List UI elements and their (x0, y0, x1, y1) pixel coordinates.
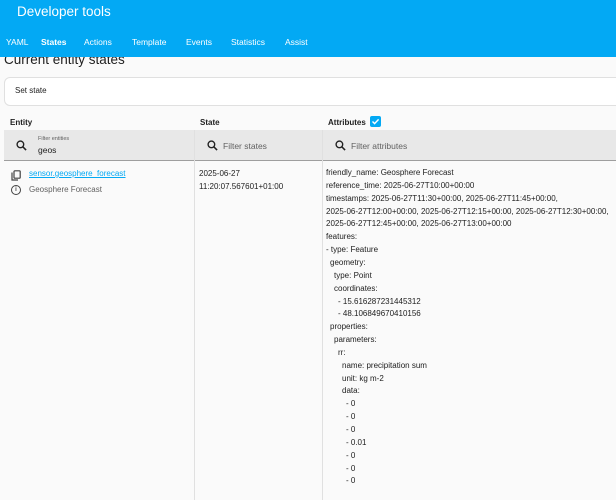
attribute-line: geometry: (330, 257, 366, 267)
entity-state: 2025-06-27 11:20:07.567601+01:00 (199, 169, 284, 191)
tab-events[interactable]: Events (186, 33, 231, 51)
attribute-line: type: Point (334, 270, 372, 280)
entity-filter-field[interactable]: Filter entities geos (4, 130, 194, 161)
attribute-line: 2025-06-27T12:45+00:00, 2025-06-27T13:00… (326, 219, 512, 229)
tab-yaml[interactable]: YAML (6, 33, 41, 51)
attribute-line: coordinates: (334, 283, 378, 293)
tab-states[interactable]: States (41, 33, 84, 51)
attribute-line: reference_time: 2025-06-27T10:00+00:00 (326, 180, 475, 190)
info-icon[interactable]: i (11, 185, 21, 195)
set-state-card[interactable]: Set state (4, 77, 616, 106)
attribute-line: - 0 (346, 399, 356, 409)
entity-friendly-name: Geosphere Forecast (29, 185, 102, 194)
attribute-line: unit: kg m-2 (342, 373, 384, 383)
tab-assist[interactable]: Assist (285, 33, 325, 51)
app-title: Developer tools (17, 4, 111, 19)
app-header: Developer tools YAML States Actions Temp… (0, 0, 616, 57)
attribute-line: name: precipitation sum (342, 360, 427, 370)
checkbox-checked-icon (372, 118, 380, 125)
attribute-line: parameters: (334, 335, 377, 345)
entity-copy-icon[interactable] (11, 170, 21, 181)
attribute-line: properties: (330, 322, 368, 332)
attribute-line: timestamps: 2025-06-27T11:30+00:00, 2025… (326, 193, 558, 203)
tab-bar: YAML States Actions Template Events Stat… (0, 33, 325, 51)
attribute-line: data: (342, 386, 360, 396)
column-header-entity: Entity (10, 118, 33, 127)
entity-filter-input[interactable]: geos (38, 145, 56, 155)
attribute-line: - 0 (346, 450, 356, 460)
attribute-line: - type: Feature (326, 245, 379, 255)
attribute-line: - 0.01 (346, 437, 367, 447)
attribute-line: - 0 (346, 463, 356, 473)
attribute-line: - 15.616287231445312 (338, 296, 421, 306)
attribute-line: friendly_name: Geosphere Forecast (326, 168, 454, 177)
tab-statistics[interactable]: Statistics (231, 33, 285, 51)
attribute-line: - 0 (346, 412, 356, 422)
attribute-line: - 0 (346, 476, 356, 486)
attribute-line: rr: (338, 347, 346, 357)
attributes-checkbox[interactable] (370, 116, 381, 127)
column-divider (322, 130, 323, 500)
attribute-line: features: (326, 232, 358, 242)
entity-filter-label: Filter entities (38, 136, 70, 142)
state-filter-input[interactable]: Filter states (223, 141, 267, 151)
column-divider (194, 130, 195, 500)
state-filter-field[interactable]: Filter states (195, 130, 322, 161)
attribute-line: 2025-06-27T12:00+00:00, 2025-06-27T12:15… (326, 206, 609, 216)
attribute-line: - 0 (346, 425, 356, 434)
tab-template[interactable]: Template (132, 33, 186, 51)
attributes-filter-input[interactable]: Filter attributes (351, 141, 407, 151)
search-icon (335, 140, 346, 151)
set-state-label: Set state (15, 86, 47, 95)
column-header-attributes: Attributes (328, 118, 366, 127)
attribute-line: - 48.106849670410156 (338, 309, 421, 319)
tab-actions[interactable]: Actions (84, 33, 132, 51)
search-icon (16, 140, 27, 151)
entity-id-link[interactable]: sensor.geosphere_forecast (29, 169, 126, 178)
search-icon (207, 140, 218, 151)
attributes-filter-field[interactable]: Filter attributes (323, 130, 616, 161)
column-header-state: State (200, 118, 220, 127)
